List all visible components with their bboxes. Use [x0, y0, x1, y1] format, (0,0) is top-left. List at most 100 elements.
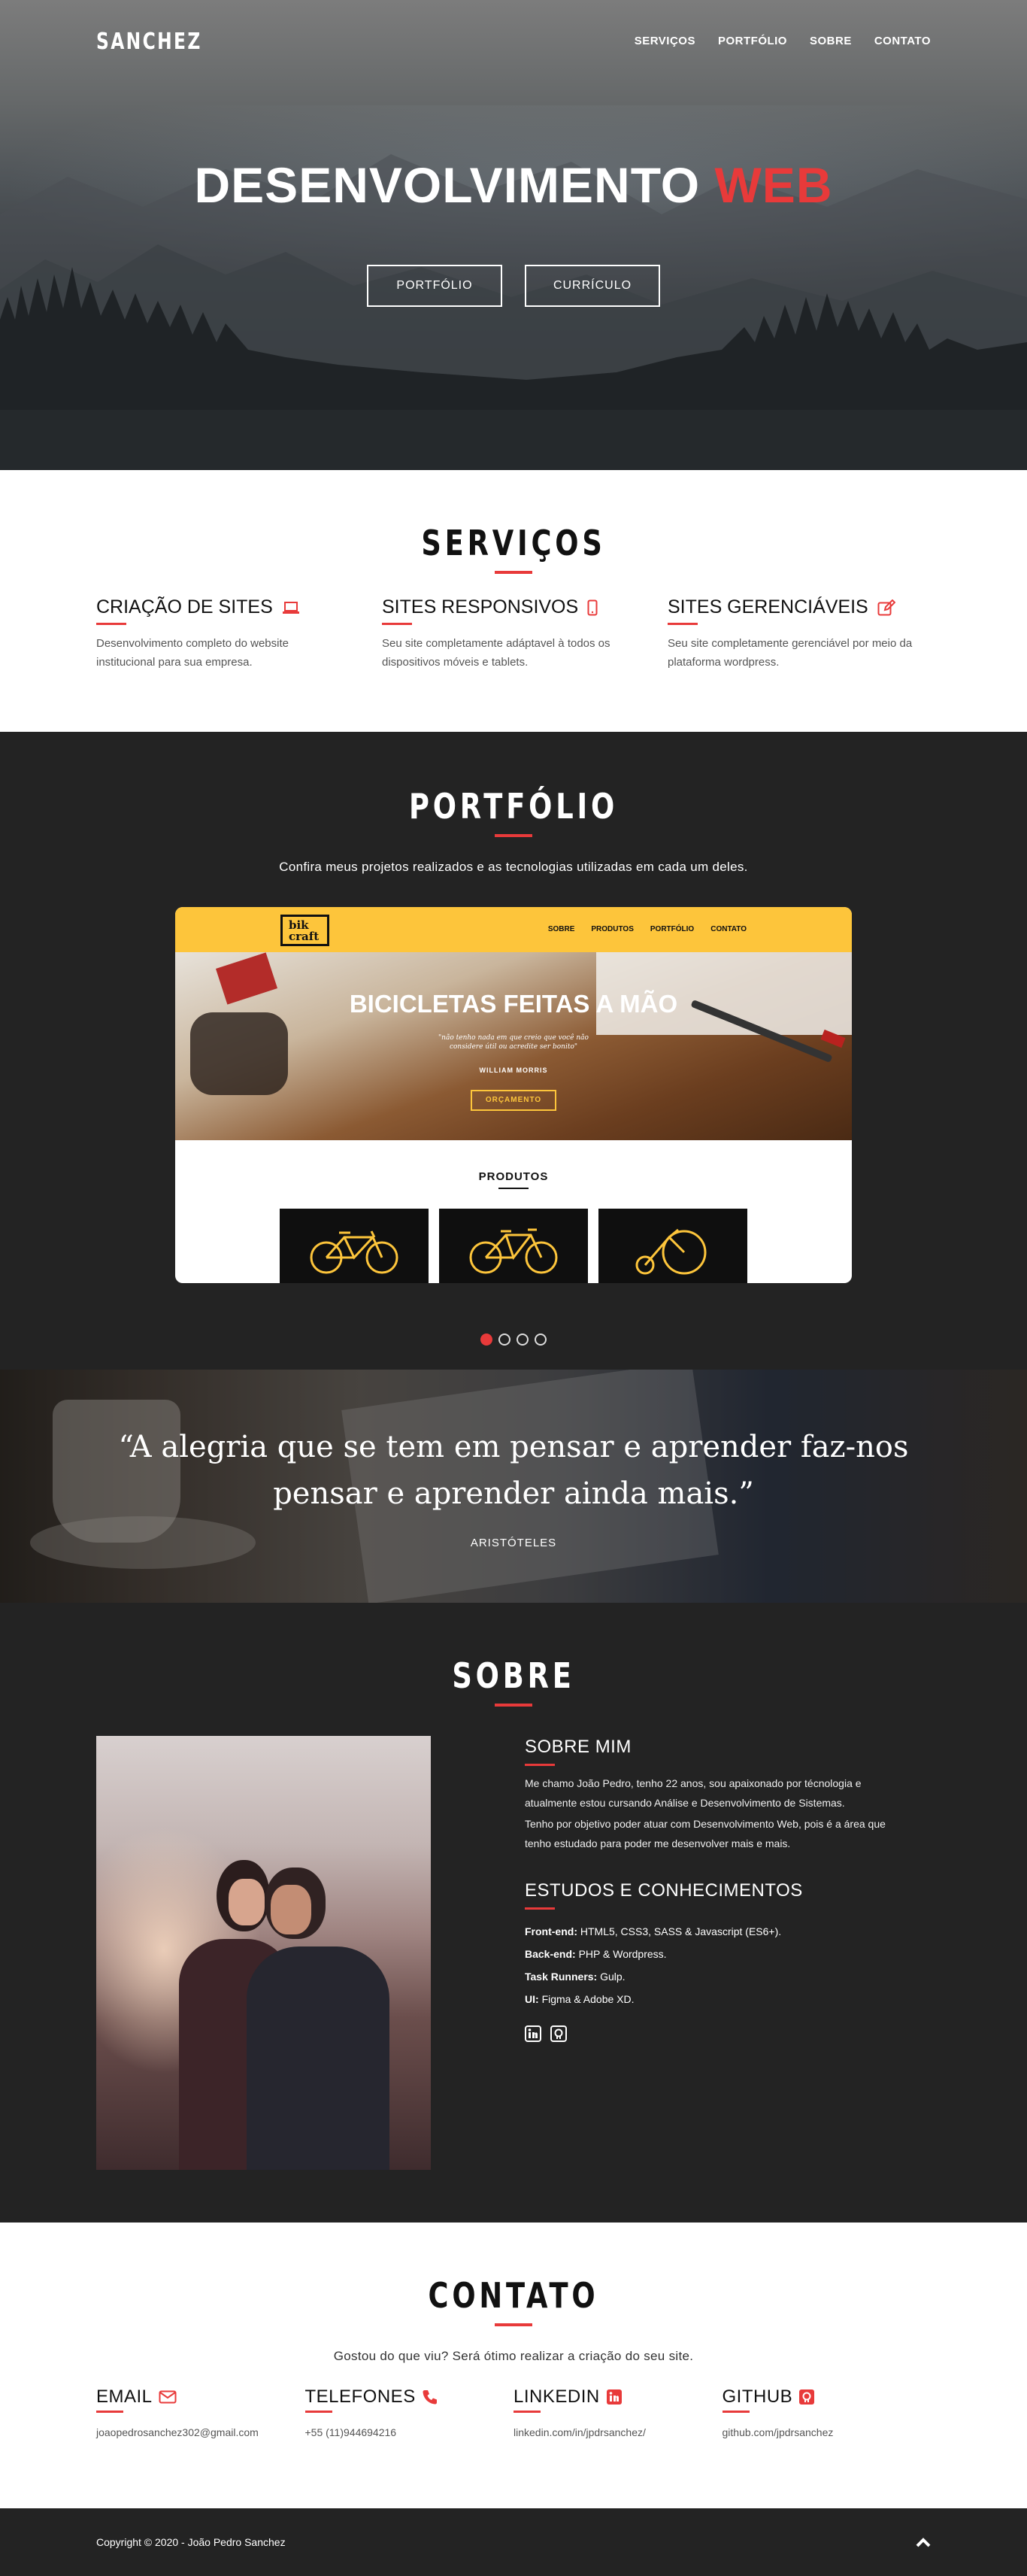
carousel-dots — [0, 1334, 1027, 1346]
back-to-top-button[interactable] — [914, 2534, 932, 2556]
about-me-paragraph: Me chamo João Pedro, tenho 22 anos, sou … — [525, 1773, 931, 1813]
contact-linkedin: LINKEDIN linkedin.com/in/jpdrsanchez/ — [514, 2386, 723, 2438]
quote-line: pensar e aprender ainda mais.” — [273, 1476, 754, 1511]
bikcraft-menu: SOBRE PRODUTOS PORTFÓLIO CONTATO — [548, 925, 747, 933]
portfolio-section: PORTFÓLIO Confira meus projetos realizad… — [0, 732, 1027, 1370]
studies-title: ESTUDOS E CONHECIMENTOS — [525, 1880, 803, 1901]
about-line: tenho estudado para poder me desenvolver… — [525, 1837, 791, 1849]
main-menu: SERVIÇOS PORTFÓLIO SOBRE CONTATO — [635, 35, 931, 47]
about-line: atualmente estou cursando Análise e Dese… — [525, 1797, 845, 1809]
couple-photo — [96, 1736, 431, 2170]
bicycle-icon — [469, 1228, 558, 1274]
services-title: SERVIÇOS — [421, 523, 606, 563]
carousel-dot[interactable] — [517, 1334, 529, 1346]
services-section: SERVIÇOS CRIAÇÃO DE SITES Desenvolviment… — [0, 470, 1027, 732]
contact-phone: TELEFONES +55 (11)944694216 — [304, 2386, 514, 2438]
contact-underline — [96, 2411, 123, 2413]
bikcraft-quote: "não tenho nada em que creio que você nã… — [175, 1033, 852, 1051]
contact-email: EMAIL joaopedrosanchez302@gmail.com — [96, 2386, 305, 2438]
carousel-dot[interactable] — [535, 1334, 547, 1346]
github-icon — [799, 2389, 815, 2405]
github-value[interactable]: github.com/jpdrsanchez — [723, 2426, 932, 2438]
nav-item-portfolio[interactable]: PORTFÓLIO — [718, 35, 787, 47]
contact-subtitle: Gostou do que viu? Será ótimo realizar a… — [333, 2349, 694, 2363]
services-grid: CRIAÇÃO DE SITES Desenvolvimento complet… — [96, 596, 931, 672]
bikcraft-menu-item: SOBRE — [547, 925, 575, 933]
hero-title-main: DESENVOLVIMENTO — [194, 157, 701, 213]
service-card-criacao: CRIAÇÃO DE SITES Desenvolvimento complet… — [96, 596, 344, 672]
contact-label: GITHUB — [722, 2386, 793, 2407]
curriculo-button[interactable]: CURRÍCULO — [525, 265, 660, 307]
about-text: SOBRE MIM Me chamo João Pedro, tenho 22 … — [525, 1737, 931, 2042]
chevron-up-icon — [916, 2538, 931, 2547]
about-title: SOBRE — [452, 1655, 575, 1696]
bicycle-icon — [310, 1230, 398, 1274]
contact-title-underline — [495, 2323, 532, 2326]
skill-item: UI: Figma & Adobe XD. — [525, 1988, 931, 2010]
portfolio-title-underline — [495, 834, 532, 837]
skill-value: Gulp. — [600, 1971, 626, 1983]
hero-section: SANCHEZ SERVIÇOS PORTFÓLIO SOBRE CONTATO… — [0, 0, 1027, 470]
laptop-icon — [282, 601, 299, 614]
quote-section: “A alegria que se tem em pensar e aprend… — [0, 1370, 1027, 1603]
skill-value: HTML5, CSS3, SASS & Javascript (ES6+). — [580, 1925, 782, 1937]
service-card-responsivos: SITES RESPONSIVOS Seu site completamente… — [382, 596, 630, 672]
nav-item-contato[interactable]: CONTATO — [874, 35, 931, 47]
bikcraft-menu-item: CONTATO — [710, 925, 747, 933]
quote-line: “A alegria que se tem em pensar e aprend… — [118, 1430, 909, 1464]
site-logo[interactable]: SANCHEZ — [96, 29, 202, 55]
contact-heading: GITHUB — [723, 2386, 932, 2408]
woman-face — [229, 1879, 265, 1925]
about-section: SOBRE SOBRE MIM Me chamo João Pedro, ten… — [0, 1603, 1027, 2223]
about-me-title: SOBRE MIM — [525, 1737, 632, 1757]
carousel-dot-active[interactable] — [480, 1334, 492, 1346]
bikcraft-menu-item: PORTFÓLIO — [650, 925, 695, 933]
service-text: Seu site completamente adáptavel à todos… — [382, 637, 610, 669]
service-text: Seu site completamente gerenciável por m… — [668, 637, 913, 669]
service-heading: SITES GERENCIÁVEIS — [668, 596, 916, 618]
bikcraft-quote-line: "não tenho nada em que creio que você nã… — [438, 1034, 589, 1042]
bikcraft-headline: BICICLETAS FEITAS A MÃO — [349, 990, 678, 1018]
contact-github: GITHUB github.com/jpdrsanchez — [722, 2386, 932, 2438]
edit-icon — [877, 599, 895, 615]
contact-label: LINKEDIN — [514, 2386, 600, 2407]
quote-text: “A alegria que se tem em pensar e aprend… — [0, 1424, 1027, 1517]
about-me-underline — [525, 1764, 555, 1766]
portfolio-button[interactable]: PORTFÓLIO — [367, 265, 502, 307]
man-face — [271, 1885, 311, 1934]
skill-label: UI: — [525, 1993, 539, 2005]
contact-underline — [514, 2411, 541, 2413]
bikcraft-quote-author: WILLIAM MORRIS — [479, 1067, 548, 1074]
bikcraft-quote-line: considere útil ou acredite ser bonito" — [449, 1043, 578, 1051]
linkedin-icon[interactable] — [525, 2025, 541, 2042]
bikcraft-logo-line2: craft — [289, 930, 320, 943]
tools-image — [190, 1012, 288, 1095]
portfolio-slide-bikcraft[interactable]: bik craft SOBRE PRODUTOS PORTFÓLIO CONTA… — [175, 907, 852, 1283]
social-links — [525, 2025, 931, 2042]
bikcraft-menu-item: PRODUTOS — [591, 925, 634, 933]
top-navbar: SANCHEZ SERVIÇOS PORTFÓLIO SOBRE CONTATO — [96, 29, 931, 55]
services-title-underline — [495, 571, 532, 574]
portfolio-subtitle: Confira meus projetos realizados e as te… — [279, 860, 748, 874]
bikcraft-logo: bik craft — [280, 915, 329, 946]
phone-icon — [423, 2390, 437, 2405]
github-icon[interactable] — [550, 2025, 567, 2042]
footer: Copyright © 2020 - João Pedro Sanchez — [0, 2508, 1027, 2576]
phone-value[interactable]: +55 (11)944694216 — [305, 2426, 514, 2438]
email-value[interactable]: joaopedrosanchez302@gmail.com — [96, 2426, 305, 2438]
product-card — [439, 1209, 588, 1283]
bikcraft-products — [175, 1209, 852, 1283]
nav-item-servicos[interactable]: SERVIÇOS — [635, 35, 695, 47]
product-card — [280, 1209, 429, 1283]
skill-value: PHP & Wordpress. — [578, 1948, 667, 1960]
service-text: Desenvolvimento completo do website inst… — [96, 637, 289, 669]
carousel-dot[interactable] — [498, 1334, 510, 1346]
linkedin-value[interactable]: linkedin.com/in/jpdrsanchez/ — [514, 2426, 723, 2438]
hero-buttons: PORTFÓLIO CURRÍCULO — [0, 265, 1027, 307]
nav-item-sobre[interactable]: SOBRE — [810, 35, 852, 47]
about-me-paragraph: Tenho por objetivo poder atuar com Desen… — [525, 1814, 931, 1853]
linkedin-icon — [606, 2389, 622, 2405]
contact-heading: LINKEDIN — [514, 2386, 723, 2408]
contact-title: CONTATO — [428, 2275, 599, 2316]
mobile-icon — [587, 599, 598, 615]
